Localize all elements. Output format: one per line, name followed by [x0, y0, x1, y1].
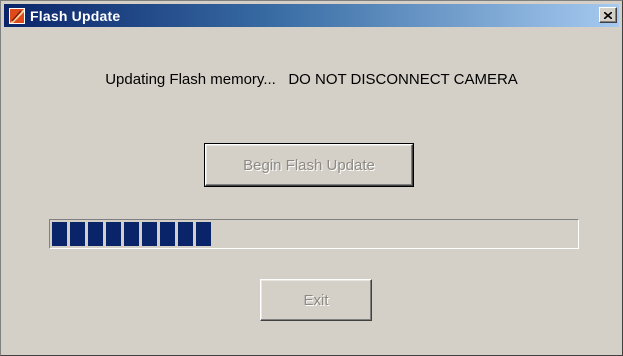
status-message: Updating Flash memory... DO NOT DISCONNE…	[105, 71, 518, 88]
close-button[interactable]	[599, 7, 617, 23]
flash-update-window: Flash Update Updating Flash memory... DO…	[0, 0, 623, 356]
progress-fill	[52, 222, 211, 246]
title-bar[interactable]: Flash Update	[4, 4, 619, 27]
flash-update-app-icon	[9, 7, 25, 24]
flash-progress-bar	[49, 219, 579, 249]
exit-button[interactable]: Exit	[260, 279, 372, 321]
window-title: Flash Update	[30, 7, 121, 24]
begin-flash-update-button[interactable]: Begin Flash Update	[204, 143, 414, 187]
close-icon	[604, 11, 612, 19]
